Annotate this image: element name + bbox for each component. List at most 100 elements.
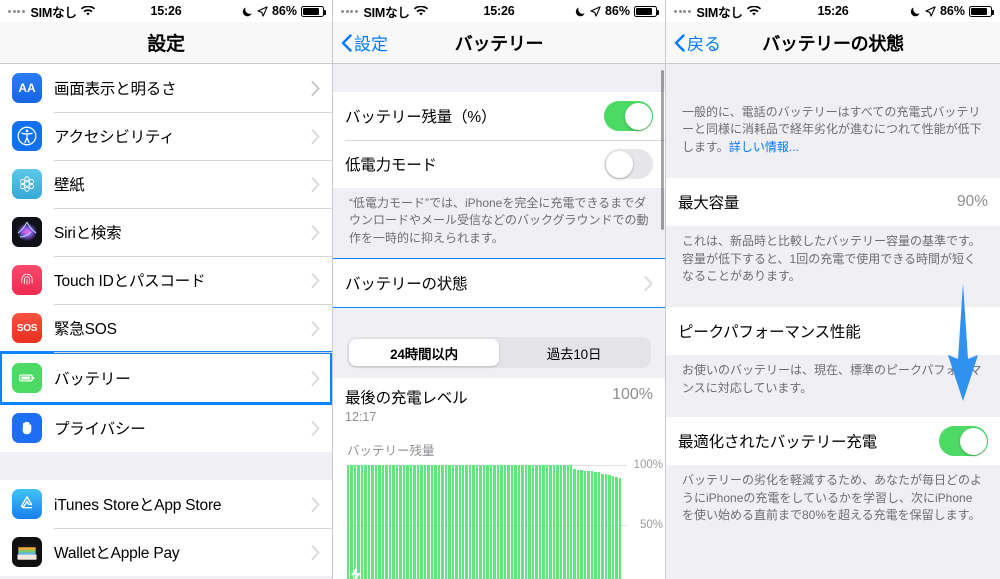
chart-bar xyxy=(524,465,528,579)
chart-bar xyxy=(573,468,576,579)
chart-bar xyxy=(496,465,500,579)
chart-bar xyxy=(364,465,367,579)
chart-bar xyxy=(448,465,451,579)
chart-bar xyxy=(360,465,364,579)
chevron-left-icon xyxy=(341,33,352,52)
battery-health-row[interactable]: バッテリーの状態 xyxy=(333,258,665,309)
battery-percentage-toggle[interactable] xyxy=(604,101,653,131)
chart-bar xyxy=(583,471,587,579)
sidebar-item-battery[interactable]: バッテリー xyxy=(0,351,332,405)
battery-settings-list[interactable]: バッテリー残量（%） 低電力モード “低電力モード”では、iPhoneを完全に充… xyxy=(333,64,665,579)
do-not-disturb-moon-icon xyxy=(910,6,921,17)
chart-bar xyxy=(468,465,472,579)
row-label: 画面表示と明るさ xyxy=(54,81,177,98)
chevron-right-icon xyxy=(644,275,653,291)
row-label: バッテリー xyxy=(54,371,131,388)
chart-bar xyxy=(556,465,559,579)
nav-bar-3: 戻る バッテリーの状態 xyxy=(666,22,1000,64)
peak-performance-row: ピークパフォーマンス性能 xyxy=(666,307,1000,356)
chart-bar xyxy=(489,465,493,579)
three-panel-screenshot: SIMなし 15:26 86% 設定 AA 画面表示と明るさ アクセシビリティ … xyxy=(0,0,1000,579)
battery-health-row-inner[interactable]: バッテリーの状態 xyxy=(333,259,665,308)
battery-icon xyxy=(301,5,326,17)
row-label: Touch IDとパスコード xyxy=(54,273,206,290)
sidebar-item-touch-id[interactable]: Touch IDとパスコード xyxy=(0,256,332,304)
time-range-segmented-control[interactable]: 24時間以内 過去10日 xyxy=(333,329,665,379)
max-capacity-value: 90% xyxy=(956,193,988,211)
chart-bar xyxy=(503,465,507,579)
chart-bar xyxy=(531,465,535,579)
battery-icon xyxy=(969,5,994,17)
chart-plot-area: 100% 50% 0% xyxy=(347,459,663,579)
chevron-right-icon xyxy=(311,320,320,336)
segment-last-10-days[interactable]: 過去10日 xyxy=(499,339,649,366)
chart-bar xyxy=(538,465,542,579)
chevron-right-icon xyxy=(311,370,320,386)
chart-bar xyxy=(552,465,556,579)
chart-bar xyxy=(559,465,563,579)
sidebar-item-siri[interactable]: Siriと検索 xyxy=(0,208,332,256)
axis-label-50: 50% xyxy=(639,519,663,532)
sidebar-item-accessibility[interactable]: アクセシビリティ xyxy=(0,112,332,160)
chart-bar xyxy=(357,465,360,579)
peak-performance-group: ピークパフォーマンス性能 xyxy=(666,307,1000,356)
last-charge-label: 最後の充電レベル xyxy=(345,390,468,408)
sidebar-item-display[interactable]: AA 画面表示と明るさ xyxy=(0,64,332,112)
learn-more-link[interactable]: 詳しい情報... xyxy=(729,140,799,154)
settings-list[interactable]: AA 画面表示と明るさ アクセシビリティ 壁紙 Siriと検索 Touch ID… xyxy=(0,64,332,579)
nav-bar-2: 設定 バッテリー xyxy=(333,22,665,64)
back-button[interactable]: 設定 xyxy=(341,30,388,55)
chart-bar xyxy=(594,472,597,579)
battery-toggle-group: バッテリー残量（%） 低電力モード xyxy=(333,92,665,188)
sidebar-item-wallpaper[interactable]: 壁紙 xyxy=(0,160,332,208)
chart-bar xyxy=(608,474,611,579)
panel-battery: SIMなし 15:26 86% 設定 バッテリー バッテリー残量（%） 低電力モ… xyxy=(333,0,666,579)
section-gap xyxy=(333,307,665,330)
battery-health-list[interactable]: 一般的に、電話のバッテリーはすべての充電式バッテリーと同様に消耗品で経年劣化が進… xyxy=(666,64,1000,579)
back-button[interactable]: 戻る xyxy=(674,30,721,55)
optimized-charging-row[interactable]: 最適化されたバッテリー充電 xyxy=(666,417,1000,466)
chart-bar xyxy=(406,465,409,579)
chart-bar xyxy=(580,469,583,579)
chart-bar xyxy=(500,465,503,579)
segment-last-24-hours[interactable]: 24時間以内 xyxy=(349,339,499,367)
row-label: 最適化されたバッテリー充電 xyxy=(678,434,877,452)
optimized-charging-group: 最適化されたバッテリー充電 xyxy=(666,417,1000,466)
sidebar-item-emergency-sos[interactable]: SOS 緊急SOS xyxy=(0,304,332,352)
location-arrow-icon xyxy=(925,5,936,17)
optimized-battery-charging-toggle[interactable] xyxy=(939,426,988,457)
axis-label-100: 100% xyxy=(633,459,663,472)
chart-bar xyxy=(395,465,399,579)
chart-bar xyxy=(545,465,549,579)
row-label: バッテリー残量（%） xyxy=(345,109,497,126)
row-label: iTunes StoreとApp Store xyxy=(54,497,222,514)
page-title: 設定 xyxy=(147,34,185,55)
chart-bar xyxy=(528,465,531,579)
chart-bar xyxy=(611,475,615,579)
chart-bar xyxy=(455,465,458,579)
max-capacity-group: 最大容量 90% xyxy=(666,178,1000,227)
row-label: 壁紙 xyxy=(54,177,85,194)
chart-bar xyxy=(542,465,545,579)
chevron-right-icon xyxy=(311,420,320,436)
chart-bar xyxy=(441,465,444,579)
sidebar-item-wallet-apple-pay[interactable]: WalletとApple Pay xyxy=(0,528,332,576)
battery-health-intro: 一般的に、電話のバッテリーはすべての充電式バッテリーと同様に消耗品で経年劣化が進… xyxy=(666,104,1000,179)
sidebar-item-privacy[interactable]: プライバシー xyxy=(0,404,332,452)
sidebar-item-itunes-app-store[interactable]: iTunes StoreとApp Store xyxy=(0,480,332,528)
list-section-gap xyxy=(0,452,332,480)
last-charge-time: 12:17 xyxy=(345,410,377,425)
low-power-mode-toggle[interactable] xyxy=(604,149,653,179)
chart-bar xyxy=(353,465,357,579)
chevron-right-icon xyxy=(311,80,320,96)
do-not-disturb-moon-icon xyxy=(242,6,253,17)
vertical-scrollbar[interactable] xyxy=(661,70,664,230)
row-label: アクセシビリティ xyxy=(54,129,175,146)
battery-percent-label: 86% xyxy=(939,4,965,18)
chart-bar xyxy=(563,465,566,579)
back-button-label: 戻る xyxy=(687,35,721,54)
chart-bar xyxy=(437,465,441,579)
battery-percentage-row[interactable]: バッテリー残量（%） xyxy=(333,92,665,140)
chart-bar xyxy=(475,465,479,579)
low-power-mode-row[interactable]: 低電力モード xyxy=(333,140,665,188)
